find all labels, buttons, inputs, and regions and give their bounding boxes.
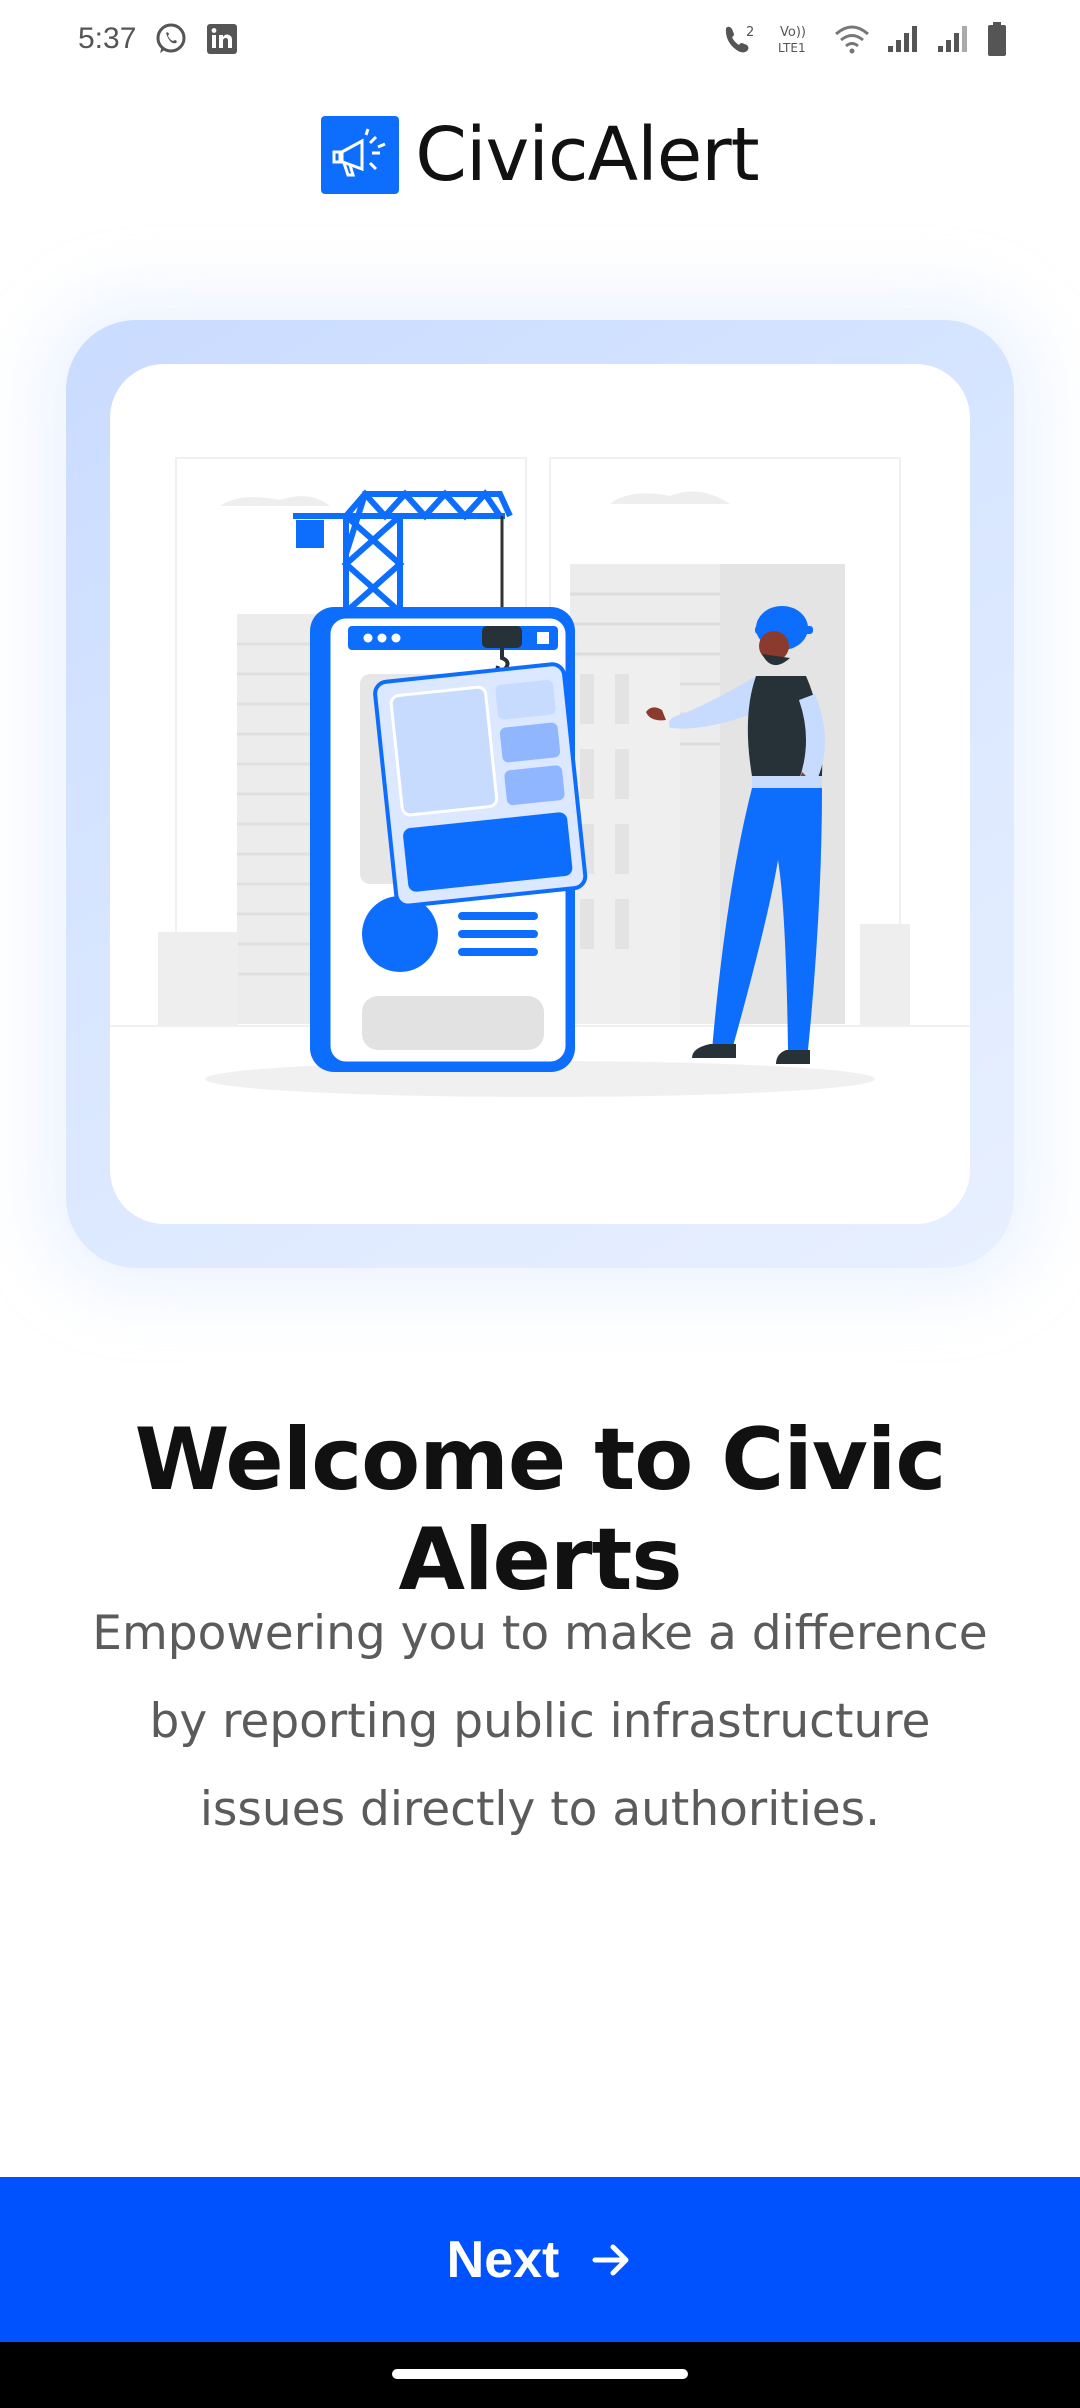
app-name: CivicAlert [415, 112, 759, 198]
signal-icon [936, 24, 970, 54]
wifi-icon [834, 24, 870, 54]
wifi-calling-icon: 2 [720, 22, 760, 56]
linkedin-icon [206, 23, 238, 55]
hero-card [66, 320, 1014, 1268]
home-indicator[interactable] [392, 2369, 688, 2379]
app-header: CivicAlert [0, 105, 1080, 205]
lte-label: LTE1 [778, 41, 806, 55]
whatsapp-icon [154, 22, 188, 56]
status-time: 5:37 [78, 22, 137, 55]
call-badge: 2 [746, 25, 754, 40]
volte-icon: Vo)) LTE1 [776, 22, 818, 56]
welcome-title: Welcome to Civic Alerts [134, 1410, 947, 1610]
welcome-description: Empowering you to make a difference by r… [92, 1606, 988, 1837]
megaphone-icon [321, 116, 400, 194]
status-bar-right: 2 Vo)) LTE1 [720, 21, 1008, 57]
status-bar: 5:37 2 Vo)) LTE1 [0, 0, 1080, 78]
battery-icon [986, 21, 1008, 57]
construction-worker-phone-illustration [110, 364, 970, 1224]
volte-label: Vo)) [780, 25, 806, 40]
system-nav-bar [0, 2342, 1080, 2408]
arrow-right-icon [589, 2238, 633, 2282]
next-button[interactable]: Next [0, 2177, 1080, 2342]
status-bar-left: 5:37 [78, 22, 238, 56]
next-button-label: Next [446, 2230, 560, 2289]
signal-icon [886, 24, 920, 54]
